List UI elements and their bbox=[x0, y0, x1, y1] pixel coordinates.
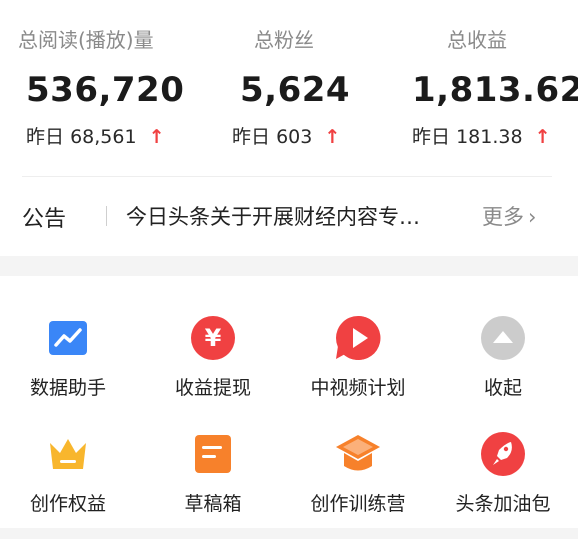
stats-card: 总阅读(播放)量 536,720 昨日 68,561 ↑ 总粉丝 5,624 昨… bbox=[0, 0, 578, 256]
delta-value: 181.38 bbox=[456, 126, 523, 148]
rocket-icon bbox=[481, 432, 525, 476]
tool-creator-benefits[interactable]: 创作权益 bbox=[0, 429, 140, 539]
crown-icon bbox=[50, 439, 86, 469]
tool-drafts[interactable]: 草稿箱 bbox=[141, 429, 285, 539]
tool-data-assistant[interactable]: 数据助手 bbox=[0, 313, 140, 423]
up-arrow-icon: ↑ bbox=[324, 126, 341, 148]
announcement-separator bbox=[106, 206, 107, 226]
tool-label: 中视频计划 bbox=[310, 377, 406, 399]
delta-value: 68,561 bbox=[70, 126, 137, 148]
tool-training-camp[interactable]: 创作训练营 bbox=[286, 429, 430, 539]
chevron-right-icon: › bbox=[528, 205, 537, 229]
data-assistant-icon bbox=[49, 321, 87, 355]
collapse-icon bbox=[481, 316, 525, 360]
tool-video-plan[interactable]: 中视频计划 bbox=[286, 313, 430, 423]
divider bbox=[22, 176, 552, 177]
tools-grid: 数据助手 ¥ 收益提现 中视频计划 收起 创作权益 草稿箱 创作训练营 头条加油… bbox=[0, 276, 578, 528]
announcement-text[interactable]: 今日头条关于开展财经内容专… bbox=[126, 201, 446, 231]
draft-box-icon bbox=[195, 435, 231, 473]
stat-label: 总阅读(播放)量 bbox=[18, 28, 154, 52]
more-link[interactable]: 更多 › bbox=[482, 201, 536, 231]
announcement-label: 公告 bbox=[22, 207, 67, 232]
delta-value: 603 bbox=[276, 126, 313, 148]
yuan-withdraw-icon: ¥ bbox=[191, 316, 235, 360]
stat-label: 总粉丝 bbox=[254, 28, 314, 52]
stat-delta: 昨日 603 ↑ bbox=[232, 122, 340, 149]
tool-label: 草稿箱 bbox=[184, 493, 242, 515]
tool-label: 头条加油包 bbox=[455, 493, 551, 515]
stat-delta: 昨日 68,561 ↑ bbox=[26, 122, 165, 149]
tool-label: 收起 bbox=[483, 377, 522, 399]
delta-prefix: 昨日 bbox=[232, 126, 271, 148]
yuan-glyph: ¥ bbox=[205, 324, 222, 352]
up-arrow-icon: ↑ bbox=[148, 126, 165, 148]
tool-boost-pack[interactable]: 头条加油包 bbox=[431, 429, 575, 539]
video-plan-icon bbox=[336, 315, 381, 360]
delta-prefix: 昨日 bbox=[26, 126, 65, 148]
tool-collapse[interactable]: 收起 bbox=[431, 313, 575, 423]
stat-value: 5,624 bbox=[240, 70, 351, 110]
stat-label: 总收益 bbox=[447, 28, 507, 52]
stat-value: 1,813.62 bbox=[412, 70, 578, 110]
tool-withdraw-earnings[interactable]: ¥ 收益提现 bbox=[141, 313, 285, 423]
tool-label: 收益提现 bbox=[174, 377, 251, 399]
more-label: 更多 bbox=[482, 205, 524, 229]
up-arrow-icon: ↑ bbox=[534, 126, 551, 148]
delta-prefix: 昨日 bbox=[412, 126, 451, 148]
stat-value: 536,720 bbox=[26, 70, 185, 110]
announcement-bar[interactable]: 公告 今日头条关于开展财经内容专… 更多 › bbox=[22, 196, 558, 236]
tool-label: 创作训练营 bbox=[310, 493, 406, 515]
graduation-cap-icon bbox=[336, 435, 380, 471]
tool-label: 创作权益 bbox=[29, 493, 106, 515]
stat-delta: 昨日 181.38 ↑ bbox=[412, 122, 551, 149]
tool-label: 数据助手 bbox=[29, 377, 106, 399]
